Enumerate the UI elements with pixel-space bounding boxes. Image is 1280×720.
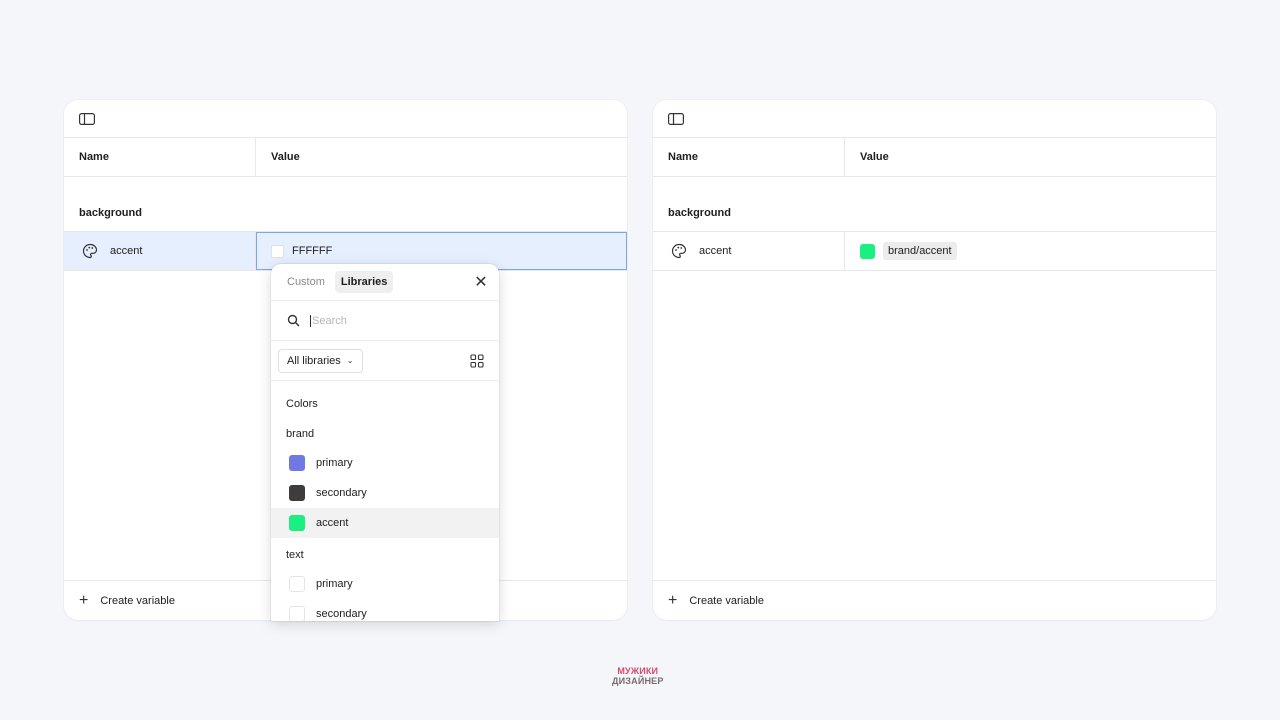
color-swatch — [289, 576, 305, 592]
color-option-label: secondary — [316, 487, 367, 499]
group-label-text: text — [286, 549, 304, 561]
panel-toolbar — [64, 100, 627, 138]
color-option-brand-secondary[interactable]: secondary — [271, 478, 499, 508]
color-swatch — [289, 485, 305, 501]
variable-name: accent — [110, 245, 143, 257]
color-swatch — [289, 455, 305, 471]
create-variable-button[interactable]: + Create variable — [653, 580, 1216, 620]
variable-value: FFFFFF — [292, 245, 333, 257]
variables-panel-right: Name Value background accent brand/accen… — [653, 100, 1216, 620]
color-swatch[interactable] — [271, 244, 284, 258]
group-title[interactable]: background — [653, 177, 1216, 232]
table-header: Name Value — [653, 138, 1216, 177]
library-select[interactable]: All libraries ⌄ — [278, 348, 363, 373]
color-option-text-primary[interactable]: primary — [271, 569, 499, 599]
column-header-value: Value — [860, 151, 889, 163]
create-variable-label: Create variable — [100, 594, 175, 607]
variable-value-cell[interactable]: brand/accent — [845, 232, 1216, 270]
color-option-label: primary — [316, 578, 353, 590]
color-option-text-secondary[interactable]: secondary — [271, 599, 499, 621]
variable-row[interactable]: accent brand/accent — [653, 232, 1216, 271]
color-swatch — [289, 606, 305, 621]
panel-toolbar — [653, 100, 1216, 138]
grid-view-icon[interactable] — [470, 353, 484, 368]
search-icon — [287, 314, 300, 327]
logo-line-2: ДИЗАЙНЕР — [612, 676, 664, 686]
library-filter-bar: All libraries ⌄ — [271, 341, 499, 381]
chevron-down-icon: ⌄ — [346, 356, 354, 365]
search-bar — [271, 301, 499, 341]
alias-chip[interactable]: brand/accent — [883, 242, 957, 260]
color-option-label: secondary — [316, 608, 367, 620]
group-title[interactable]: background — [64, 177, 627, 232]
search-input[interactable] — [310, 314, 480, 327]
palette-icon — [671, 243, 687, 259]
logo-line-1: МУЖИКИ — [617, 666, 659, 676]
library-select-value: All libraries — [287, 354, 341, 367]
sidebar-toggle-icon[interactable] — [668, 112, 684, 125]
color-option-brand-primary[interactable]: primary — [271, 448, 499, 478]
color-option-brand-accent[interactable]: accent — [271, 508, 499, 538]
create-variable-label: Create variable — [689, 594, 764, 607]
group-label-brand: brand — [286, 428, 315, 440]
color-option-label: primary — [316, 457, 353, 469]
plus-icon: + — [668, 591, 678, 609]
color-option-label: accent — [316, 517, 349, 529]
section-title-colors: Colors — [286, 398, 318, 410]
table-header: Name Value — [64, 138, 627, 177]
color-swatch[interactable] — [860, 243, 875, 259]
palette-icon — [82, 243, 98, 259]
plus-icon: + — [79, 591, 89, 609]
sidebar-toggle-icon[interactable] — [79, 112, 95, 125]
tab-custom[interactable]: Custom — [281, 271, 331, 293]
color-swatch — [289, 515, 305, 531]
variable-name-cell[interactable]: accent — [653, 232, 845, 270]
brand-logo: МУЖИКИ ДИЗАЙНЕР — [612, 666, 664, 686]
variable-name: accent — [699, 245, 732, 257]
column-header-name: Name — [653, 138, 845, 176]
color-picker-popover: Custom Libraries ✕ All libraries ⌄ Color… — [271, 264, 499, 621]
column-header-name: Name — [64, 138, 256, 176]
tab-libraries[interactable]: Libraries — [334, 271, 394, 293]
variable-name-cell[interactable]: accent — [64, 232, 256, 270]
popover-tabs: Custom Libraries ✕ — [271, 264, 499, 301]
close-icon[interactable]: ✕ — [473, 272, 489, 292]
column-header-value: Value — [271, 151, 300, 163]
